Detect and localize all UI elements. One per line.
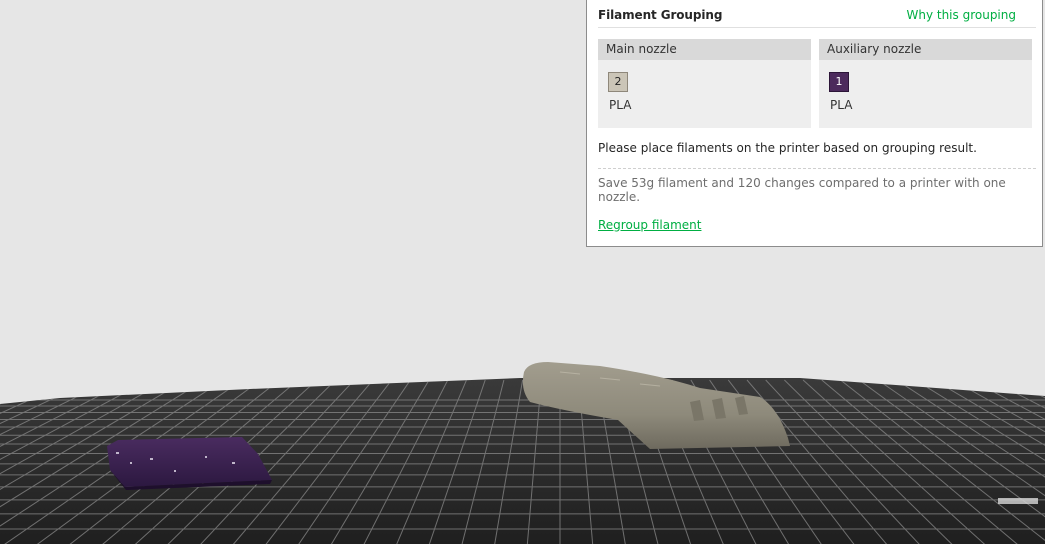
placement-instruction: Please place filaments on the printer ba… [598, 141, 977, 155]
filament-slot-chip[interactable]: 1 [829, 72, 849, 92]
filament-material-label: PLA [830, 98, 853, 112]
filament-slot-chip[interactable]: 2 [608, 72, 628, 92]
auxiliary-nozzle-card: Auxiliary nozzle 1 PLA [819, 39, 1032, 128]
auxiliary-nozzle-label: Auxiliary nozzle [819, 39, 1032, 60]
main-nozzle-label: Main nozzle [598, 39, 811, 60]
title-divider [598, 27, 1036, 28]
panel-title: Filament Grouping [598, 8, 723, 22]
regroup-filament-link[interactable]: Regroup filament [598, 218, 701, 232]
why-this-grouping-link[interactable]: Why this grouping [906, 8, 1016, 22]
savings-note: Save 53g filament and 120 changes compar… [598, 176, 1006, 204]
filament-material-label: PLA [609, 98, 632, 112]
dashed-divider [598, 168, 1036, 169]
main-nozzle-card: Main nozzle 2 PLA [598, 39, 811, 128]
purple-part[interactable] [107, 437, 272, 490]
filament-grouping-panel: Filament Grouping Why this grouping Main… [586, 0, 1043, 247]
